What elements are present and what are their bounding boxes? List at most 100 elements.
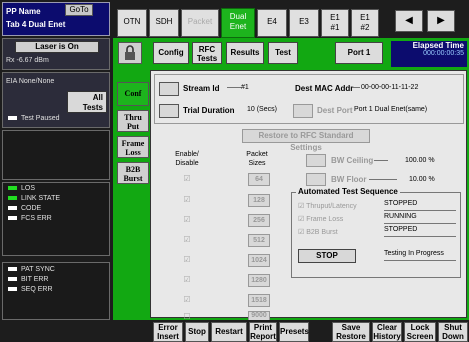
protocol-tab-bar: OTN SDH Packet Dual Enet E4 E3 E1 #1 E1 … (113, 0, 469, 38)
tab-thru-put[interactable]: Thru Put (117, 110, 149, 132)
packet-size-button[interactable]: 64 (248, 173, 270, 186)
tab-e4[interactable]: E4 (257, 9, 287, 37)
goto-button[interactable]: GoTo (65, 4, 93, 16)
lock-icon[interactable] (118, 42, 142, 64)
enable-checkbox[interactable]: ☑ (183, 175, 191, 183)
ats-progress-text: Testing In Progress (384, 250, 456, 261)
automated-test-sequence-panel: Automated Test Sequence ☑ Thruput/Latenc… (291, 187, 461, 278)
tab-label: E1 (360, 13, 370, 22)
status-row-bit-err: BIT ERR (3, 276, 109, 286)
laser-toggle-button[interactable]: Laser is On (15, 41, 99, 53)
tab-label: E4 (267, 17, 277, 26)
enable-checkbox[interactable]: ☑ (183, 196, 191, 204)
rfc-tests-button[interactable]: RFC Tests (192, 42, 222, 64)
rfc-tests-label-1: RFC (198, 45, 216, 54)
shut-down-button[interactable]: Shut Down (438, 322, 468, 342)
button-label: Down (442, 332, 464, 341)
side-tab-label: Loss (125, 148, 141, 157)
prev-tab-arrow-icon[interactable]: ◀ (395, 10, 423, 32)
presets-button[interactable]: Presets (279, 322, 309, 342)
eia-panel: EIA None/None All Tests Test Paused (2, 72, 110, 128)
packet-size-button[interactable]: 1518 (248, 294, 270, 307)
enable-checkbox[interactable]: ☑ (183, 296, 191, 304)
button-label: Save (341, 323, 361, 332)
enable-checkbox[interactable]: ☑ (183, 276, 191, 284)
button-label: Shut (444, 323, 462, 332)
tab-sdh[interactable]: SDH (149, 9, 179, 37)
eia-status: EIA None/None (6, 78, 55, 85)
stop-button[interactable]: Stop (185, 322, 209, 342)
button-label: Print (253, 323, 273, 332)
led-indicator-icon (8, 216, 17, 221)
trial-duration-button[interactable] (159, 104, 179, 118)
side-tab-label: Thru (124, 113, 142, 122)
button-label: Insert (157, 332, 179, 341)
stream-id-button[interactable] (159, 82, 179, 96)
status-label: FCS ERR (21, 215, 52, 222)
packet-size-button[interactable]: 256 (248, 214, 270, 227)
tab-frame-loss[interactable]: Frame Loss (117, 136, 149, 158)
clear-history-button[interactable]: Clear History (372, 322, 402, 342)
tab-label: Packet (187, 17, 213, 26)
stream-id-dash: —— (227, 84, 241, 91)
tab-otn[interactable]: OTN (117, 9, 147, 37)
button-label: Error (158, 323, 178, 332)
side-tab-label: B2B (125, 165, 141, 174)
tab-conf[interactable]: Conf (117, 82, 149, 106)
print-report-button[interactable]: Print Report (249, 322, 277, 342)
tab-packet[interactable]: Packet (181, 9, 219, 37)
all-tests-label-2: Tests (82, 103, 103, 112)
lock-screen-button[interactable]: Lock Screen (404, 322, 436, 342)
packet-size-button[interactable]: 1280 (248, 274, 270, 287)
led-indicator-icon (8, 116, 17, 121)
save-restore-button[interactable]: Save Restore (332, 322, 370, 342)
all-tests-button[interactable]: All Tests (67, 91, 107, 113)
status-row-code: CODE (3, 205, 109, 215)
header-line: Packet (246, 151, 268, 158)
elapsed-time-value: 000:00:00:35 (423, 50, 464, 57)
pp-header: PP Name GoTo Tab 4 Dual Enet (2, 2, 110, 36)
bw-floor-button[interactable] (306, 173, 326, 186)
packet-size-button[interactable]: 1024 (248, 254, 270, 267)
results-button[interactable]: Results (226, 42, 264, 64)
tab-b2b-burst[interactable]: B2B Burst (117, 162, 149, 184)
next-tab-arrow-icon[interactable]: ▶ (427, 10, 455, 32)
trial-duration-value: 10 (Secs) (247, 106, 277, 113)
restore-defaults-button[interactable]: Restore to RFC Standard Settings (242, 129, 370, 152)
dest-port-label: Dest Port (317, 106, 353, 115)
button-label: Restore (336, 332, 366, 341)
dest-mac-value: 00-00-00-11-11-22 (361, 84, 419, 91)
ats-row-b2b-burst: ☑ B2B Burst (298, 229, 338, 236)
button-label: Report (250, 332, 276, 341)
led-indicator-icon (8, 196, 17, 201)
tab-dual-enet[interactable]: Dual Enet (221, 8, 255, 38)
tab-e1-2[interactable]: E1 #2 (351, 9, 379, 37)
stream-id-value: #1 (241, 84, 249, 91)
enable-checkbox[interactable]: ☑ (183, 216, 191, 224)
ats-row-label: B2B Burst (306, 229, 338, 236)
restart-button[interactable]: Restart (211, 322, 247, 342)
port-button[interactable]: Port 1 (335, 42, 383, 64)
stream-id-label: Stream Id (183, 84, 220, 93)
enable-checkbox[interactable]: ☑ (183, 256, 191, 264)
trial-duration-label: Trial Duration (183, 106, 235, 115)
dest-port-button[interactable] (293, 104, 313, 118)
packet-size-button[interactable]: 128 (248, 194, 270, 207)
packet-size-button[interactable]: 512 (248, 234, 270, 247)
elapsed-time-label: Elapsed Time (412, 41, 464, 50)
status-row-fcs-err: FCS ERR (3, 215, 109, 225)
stop-sequence-button[interactable]: STOP (298, 249, 356, 263)
led-indicator-icon (8, 267, 17, 272)
bw-ceiling-button[interactable] (306, 154, 326, 167)
led-indicator-icon (8, 206, 17, 211)
alarm-status-panel: LOS LINK STATE CODE FCS ERR (2, 182, 110, 256)
left-status-panel: PP Name GoTo Tab 4 Dual Enet Laser is On… (0, 0, 112, 342)
test-button[interactable]: Test (268, 42, 298, 64)
bw-ceiling-value: 100.00 % (405, 157, 435, 164)
header-line: Disable (175, 160, 199, 167)
enable-checkbox[interactable]: ☑ (183, 236, 191, 244)
tab-e3[interactable]: E3 (289, 9, 319, 37)
tab-e1-1[interactable]: E1 #1 (321, 9, 349, 37)
error-insert-button[interactable]: Error Insert (153, 322, 183, 342)
config-button[interactable]: Config (153, 42, 189, 64)
